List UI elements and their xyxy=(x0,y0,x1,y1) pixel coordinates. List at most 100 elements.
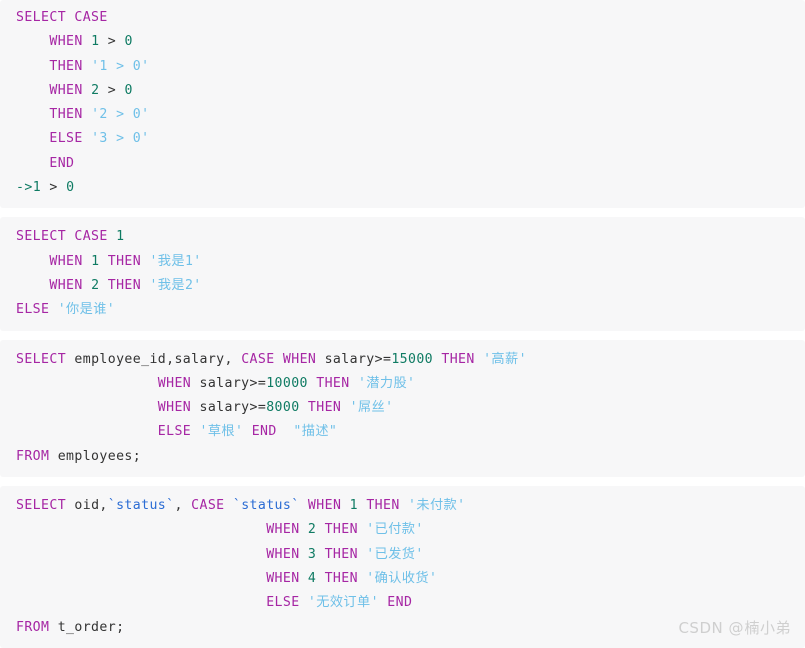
code-token xyxy=(16,131,49,146)
code-token xyxy=(83,131,91,146)
code-token xyxy=(108,229,116,244)
code-token: '已付款' xyxy=(366,522,423,537)
code-line: WHEN 4 THEN '确认收货' xyxy=(0,567,805,591)
code-line: ELSE '无效订单' END xyxy=(0,591,805,615)
code-token xyxy=(83,59,91,74)
code-token: employees; xyxy=(49,449,141,464)
code-line: SELECT CASE xyxy=(0,6,805,30)
code-token: CASE WHEN xyxy=(241,352,316,367)
code-token xyxy=(16,522,266,537)
code-token xyxy=(99,254,107,269)
code-token xyxy=(16,595,266,610)
code-token xyxy=(308,376,316,391)
code-token xyxy=(341,400,349,415)
code-token xyxy=(83,34,91,49)
code-token: '高薪' xyxy=(483,352,527,367)
code-token: FROM xyxy=(16,620,49,635)
code-token: '草根' xyxy=(199,424,243,439)
code-token xyxy=(16,547,266,562)
code-token: '我是2' xyxy=(149,278,201,293)
code-line: WHEN 2 THEN '已付款' xyxy=(0,518,805,542)
code-token: WHEN xyxy=(266,571,299,586)
code-token: 0 xyxy=(124,34,132,49)
code-token xyxy=(16,376,158,391)
code-block: SELECT CASE 1 WHEN 1 THEN '我是1' WHEN 2 T… xyxy=(0,217,805,330)
code-token xyxy=(300,498,308,513)
code-line: ELSE '3 > 0' xyxy=(0,127,805,151)
code-token: '1 > 0' xyxy=(91,59,149,74)
code-token: THEN xyxy=(49,107,82,122)
code-token xyxy=(300,595,308,610)
code-token: '已发货' xyxy=(366,547,423,562)
code-line: WHEN 2 THEN '我是2' xyxy=(0,274,805,298)
code-token xyxy=(225,498,233,513)
code-token: SELECT xyxy=(16,352,66,367)
code-token xyxy=(83,254,91,269)
code-token xyxy=(49,302,57,317)
code-token: ELSE xyxy=(158,424,191,439)
code-token: '未付款' xyxy=(408,498,465,513)
code-token: THEN xyxy=(325,571,358,586)
code-token xyxy=(316,522,324,537)
code-token xyxy=(277,424,294,439)
code-token: SELECT CASE xyxy=(16,10,108,25)
code-token: THEN xyxy=(108,254,141,269)
code-token: THEN xyxy=(325,522,358,537)
code-token: 1 xyxy=(350,498,358,513)
code-line: WHEN 1 THEN '我是1' xyxy=(0,250,805,274)
code-line: WHEN 3 THEN '已发货' xyxy=(0,543,805,567)
code-token xyxy=(83,107,91,122)
code-token: 4 xyxy=(308,571,316,586)
code-token: SELECT CASE xyxy=(16,229,108,244)
code-line: SELECT employee_id,salary, CASE WHEN sal… xyxy=(0,348,805,372)
code-token xyxy=(99,278,107,293)
code-token: WHEN xyxy=(266,522,299,537)
code-token: t_order; xyxy=(49,620,124,635)
code-token: WHEN xyxy=(49,254,82,269)
code-token: THEN xyxy=(308,400,341,415)
code-token: THEN xyxy=(49,59,82,74)
code-line: SELECT CASE 1 xyxy=(0,225,805,249)
code-token xyxy=(379,595,387,610)
code-line: ->1 > 0 xyxy=(0,176,805,200)
code-token: WHEN xyxy=(49,34,82,49)
code-token: 8000 xyxy=(266,400,299,415)
code-token: "描述" xyxy=(293,424,337,439)
code-token: END xyxy=(387,595,412,610)
code-token: 0 xyxy=(66,180,74,195)
code-token xyxy=(316,547,324,562)
code-token xyxy=(16,34,49,49)
code-token: THEN xyxy=(316,376,349,391)
code-token xyxy=(83,278,91,293)
code-token xyxy=(16,107,49,122)
code-blocks-container: SELECT CASE WHEN 1 > 0 THEN '1 > 0' WHEN… xyxy=(0,0,805,648)
code-token: THEN xyxy=(108,278,141,293)
code-token: > xyxy=(99,34,124,49)
code-token: SELECT xyxy=(16,498,66,513)
code-token: WHEN xyxy=(266,547,299,562)
code-token: THEN xyxy=(366,498,399,513)
code-token: 1 xyxy=(33,180,41,195)
code-token: '无效订单' xyxy=(308,595,379,610)
code-token: 0 xyxy=(124,83,132,98)
code-token: END xyxy=(49,156,74,171)
code-token: '屌丝' xyxy=(350,400,394,415)
code-token xyxy=(300,547,308,562)
code-token: '我是1' xyxy=(149,254,201,269)
code-token: WHEN xyxy=(308,498,341,513)
code-line: WHEN 2 > 0 xyxy=(0,79,805,103)
code-line: WHEN 1 > 0 xyxy=(0,30,805,54)
code-block: SELECT CASE WHEN 1 > 0 THEN '1 > 0' WHEN… xyxy=(0,0,805,208)
code-token: FROM xyxy=(16,449,49,464)
code-token: > xyxy=(99,83,124,98)
code-line: END xyxy=(0,152,805,176)
code-line: WHEN salary>=10000 THEN '潜力股' xyxy=(0,372,805,396)
code-line: SELECT oid,`status`, CASE `status` WHEN … xyxy=(0,494,805,518)
code-token: -> xyxy=(16,180,33,195)
code-line: ELSE '你是谁' xyxy=(0,298,805,322)
code-token xyxy=(16,254,49,269)
code-token: WHEN xyxy=(49,278,82,293)
code-token: ELSE xyxy=(49,131,82,146)
code-token: CASE xyxy=(191,498,224,513)
code-token xyxy=(350,376,358,391)
